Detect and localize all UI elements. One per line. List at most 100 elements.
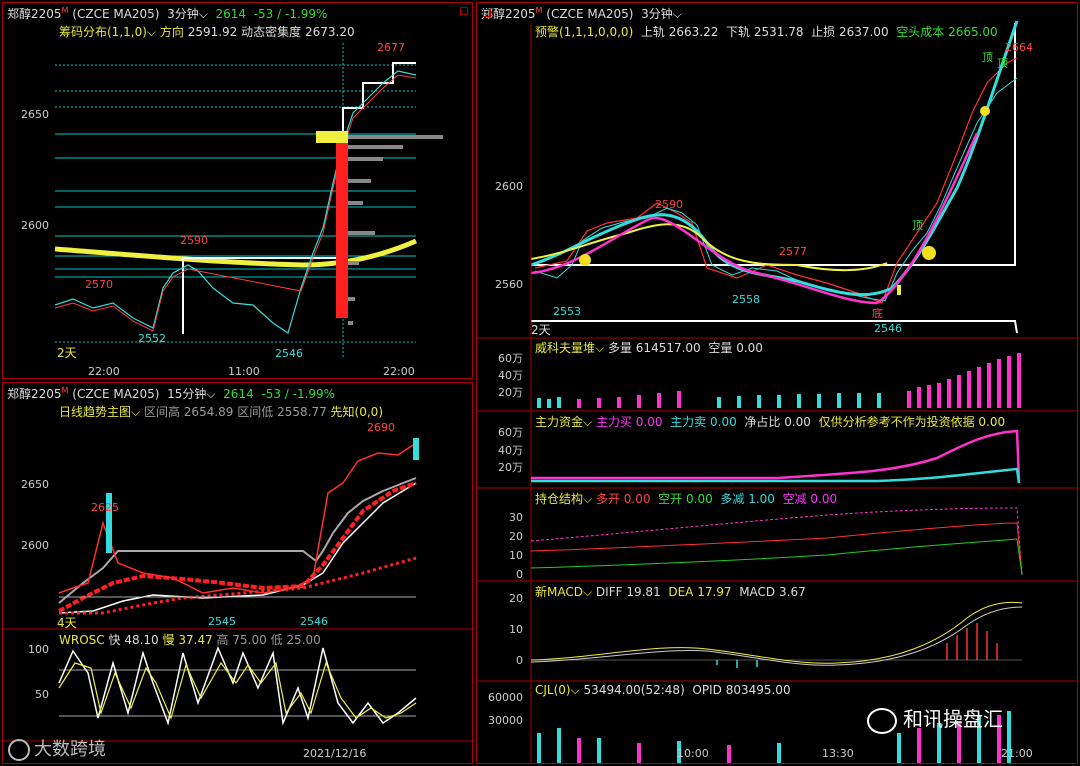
macd-header: 新MACD⌵ DIFF 19.81 DEA 17.97 MACD 3.67: [535, 583, 806, 600]
bottom-signal-label: 底: [872, 307, 883, 320]
short-reduce-label: 空减: [782, 492, 807, 506]
fund-header: 主力资金⌵ 主力买 0.00 主力卖 0.00 净占比 0.00 仅供分析参考不…: [535, 413, 1005, 430]
short-volume-label: 空量: [708, 341, 733, 355]
long-reduce-label: 多减: [720, 492, 745, 506]
macd-value: 3.67: [779, 585, 806, 599]
fund-indicator-name[interactable]: 主力资金: [535, 415, 583, 429]
disclaimer-text: 仅供分析参考不作为投资依据: [818, 415, 975, 429]
high-price-label: 2677: [377, 41, 405, 54]
high-price-label: 2690: [367, 421, 395, 434]
fast-value: 48.10: [124, 633, 159, 647]
dea-value: 17.97: [697, 585, 732, 599]
y-tick-label: 60000: [488, 691, 523, 704]
day-span-label: 2天: [531, 323, 551, 337]
macd-indicator-name[interactable]: 新MACD: [535, 585, 583, 599]
oscillator-name[interactable]: WROSC: [59, 633, 105, 647]
slow-label: 慢: [162, 633, 175, 647]
y-tick-label: 50: [35, 688, 49, 701]
price-label: 2625: [91, 501, 119, 514]
high-value: 75.00: [232, 633, 267, 647]
price-label: 2570: [85, 278, 113, 291]
top-signal-label: 顶: [912, 219, 923, 232]
main-buy-label: 主力买: [595, 415, 632, 429]
main-sell-value: 0.00: [710, 415, 737, 429]
watermark-right: 和讯操盘汇: [867, 703, 1003, 734]
chip-distribution-chart: [54, 43, 443, 358]
disclaimer-value: 0.00: [978, 415, 1006, 429]
price-label: 2590: [655, 198, 683, 211]
low-price-label: 2546: [874, 322, 902, 335]
chevron-down-icon[interactable]: ⌵: [583, 585, 592, 599]
wechat-icon: [867, 707, 897, 734]
watermark-left: 大数跨境: [8, 735, 106, 761]
main-buy-value: 0.00: [635, 415, 663, 429]
chevron-down-icon[interactable]: ⌵: [583, 492, 592, 506]
y-tick-label: 10: [509, 549, 523, 562]
x-tick-label: 21:00: [1001, 747, 1033, 760]
oscillator-header: WROSC 快 48.10 慢 37.47 高 75.00 低 25.00: [59, 631, 321, 648]
y-tick-label: 10: [509, 623, 523, 636]
macd-label: MACD: [739, 585, 776, 599]
long-volume-label: 多量: [607, 341, 632, 355]
y-tick-label: 20: [509, 530, 523, 543]
chart-pane-chip-distribution[interactable]: 郑醇2205M (CZCE MA205) 3分钟⌵ 2614 -53 / -1.…: [2, 2, 473, 379]
diff-value: 19.81: [626, 585, 661, 599]
y-tick-label: 60万: [498, 352, 523, 365]
fast-label: 快: [108, 633, 121, 647]
cjl-indicator-name[interactable]: CJL(0): [535, 683, 571, 697]
logo-icon: [8, 739, 30, 761]
y-tick-label: 20: [509, 592, 523, 605]
net-ratio-label: 净占比: [744, 415, 781, 429]
day-span-label: 2天: [57, 346, 77, 360]
y-tick-label: 20万: [498, 461, 523, 474]
short-open-label: 空开: [658, 492, 683, 506]
y-tick-label: 0: [516, 568, 523, 581]
y-tick-label: 40万: [498, 369, 523, 382]
x-date-label: 2021/12/16: [303, 747, 367, 760]
price-label: 2545: [208, 615, 236, 628]
position-indicator-name[interactable]: 持仓结构: [535, 492, 583, 506]
long-volume-value: 614517.00: [635, 341, 701, 355]
chevron-down-icon[interactable]: ⌵: [583, 415, 592, 429]
short-reduce-value: 0.00: [810, 492, 838, 506]
slow-value: 37.47: [178, 633, 213, 647]
low-label: 低: [270, 633, 283, 647]
net-ratio-value: 0.00: [784, 415, 811, 429]
day-span-label: 4天: [57, 616, 77, 630]
long-open-value: 0.00: [623, 492, 651, 506]
top-signal-label: 顶: [982, 51, 993, 64]
chart-pane-daily-trend[interactable]: 郑醇2205M (CZCE MA205) 15分钟⌵ 2614 -53 / -1…: [2, 382, 474, 764]
alert-chart: [477, 20, 1079, 763]
y-tick-label: 100: [28, 643, 49, 656]
high-price-label: 2664: [1005, 41, 1033, 54]
daily-trend-chart: [3, 438, 474, 742]
high-label: 高: [216, 633, 229, 647]
low-price-label: 2546: [300, 615, 328, 628]
watermark-text: 大数跨境: [34, 739, 106, 760]
x-tick-label: 13:30: [822, 747, 854, 760]
diff-label: DIFF: [595, 585, 623, 599]
price-label: 2590: [180, 234, 208, 247]
long-open-label: 多开: [595, 492, 620, 506]
y-tick-label: 20万: [498, 386, 523, 399]
watermark-text: 和讯操盘汇: [903, 707, 1003, 731]
main-sell-label: 主力卖: [670, 415, 707, 429]
opid-label: OPID: [692, 683, 722, 697]
y-tick-label: 0: [516, 654, 523, 667]
x-tick-label: 10:00: [677, 747, 709, 760]
chevron-down-icon[interactable]: ⌵: [595, 341, 604, 355]
price-label: 2577: [779, 245, 807, 258]
volume-header: 威科夫量堆⌵ 多量 614517.00 空量 0.00: [535, 339, 763, 356]
y-tick-label: 60万: [498, 426, 523, 439]
y-tick-label: 30: [509, 511, 523, 524]
y-tick-label: 30000: [488, 714, 523, 727]
top-signal-label: 顶: [997, 57, 1008, 70]
chevron-down-icon[interactable]: ⌵: [571, 683, 580, 697]
position-header: 持仓结构⌵ 多开 0.00 空开 0.00 多减 1.00 空减 0.00: [535, 490, 837, 507]
cjl-header: CJL(0)⌵ 53494.00(52:48) OPID 803495.00: [535, 683, 791, 698]
price-label: 2552: [138, 332, 166, 345]
price-label: 2553: [553, 305, 581, 318]
volume-indicator-name[interactable]: 威科夫量堆: [535, 341, 595, 355]
y-tick-label: 40万: [498, 444, 523, 457]
chart-pane-alert[interactable]: 郑醇2205M (CZCE MA205) 3分钟⌵ 预警(1,1,1,0,0,0…: [476, 2, 1079, 764]
